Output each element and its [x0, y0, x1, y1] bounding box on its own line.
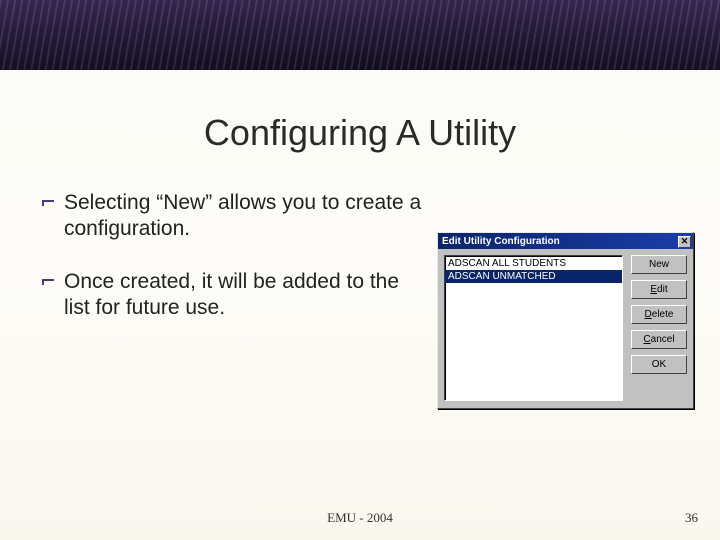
- list-item[interactable]: ADSCAN ALL STUDENTS: [445, 257, 622, 270]
- edit-utility-configuration-dialog: Edit Utility Configuration ✕ ADSCAN ALL …: [437, 232, 694, 409]
- bullet-text: Selecting “New” allows you to create a c…: [64, 191, 421, 240]
- close-button[interactable]: ✕: [678, 236, 691, 248]
- delete-button[interactable]: Delete: [631, 305, 687, 324]
- dialog-body: ADSCAN ALL STUDENTS ADSCAN UNMATCHED New…: [438, 249, 693, 407]
- list-item[interactable]: ADSCAN UNMATCHED: [445, 270, 622, 283]
- mnemonic: D: [645, 309, 652, 320]
- decorative-top-band: [0, 0, 720, 70]
- edit-button[interactable]: Edit: [631, 280, 687, 299]
- dialog-titlebar[interactable]: Edit Utility Configuration ✕: [438, 233, 693, 249]
- footer-center-text: EMU - 2004: [0, 510, 720, 526]
- dialog-button-column: New Edit Delete Cancel OK: [631, 255, 687, 401]
- mnemonic: C: [643, 334, 650, 345]
- button-label: elete: [652, 309, 674, 320]
- bullet-icon: [42, 279, 54, 287]
- close-icon: ✕: [681, 237, 689, 246]
- button-label: New: [649, 259, 669, 270]
- button-label: dit: [657, 284, 668, 295]
- button-label: OK: [652, 359, 666, 370]
- cancel-button[interactable]: Cancel: [631, 330, 687, 349]
- mnemonic: E: [650, 284, 657, 295]
- ok-button[interactable]: OK: [631, 355, 687, 374]
- bullet-list: Selecting “New” allows you to create a c…: [42, 190, 422, 348]
- slide: Configuring A Utility Selecting “New” al…: [0, 0, 720, 540]
- new-button[interactable]: New: [631, 255, 687, 274]
- page-number: 36: [685, 510, 698, 526]
- dialog-title: Edit Utility Configuration: [442, 236, 560, 247]
- bullet-item: Selecting “New” allows you to create a c…: [42, 190, 422, 241]
- button-label: ancel: [651, 334, 675, 345]
- bullet-icon: [42, 200, 54, 208]
- slide-title: Configuring A Utility: [0, 112, 720, 154]
- bullet-item: Once created, it will be added to the li…: [42, 269, 422, 320]
- bullet-text: Once created, it will be added to the li…: [64, 270, 399, 319]
- configuration-listbox[interactable]: ADSCAN ALL STUDENTS ADSCAN UNMATCHED: [444, 255, 623, 401]
